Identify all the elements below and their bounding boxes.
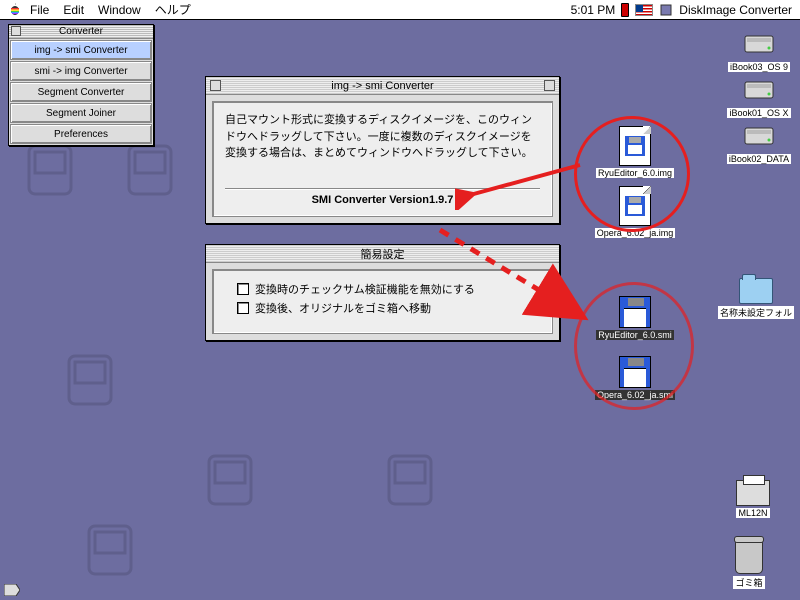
trash-label: ゴミ箱 xyxy=(733,576,764,589)
harddisk-icon xyxy=(743,28,775,60)
version-label: SMI Converter Version1.9.7 xyxy=(225,194,540,206)
wallpaper-mark xyxy=(380,450,440,510)
trash-icon xyxy=(735,540,763,574)
wallpaper-mark xyxy=(120,140,180,200)
file-ryueditor-img[interactable]: RyuEditor_6.0.img xyxy=(590,126,680,178)
disk-image-file-icon xyxy=(619,186,651,226)
menubar-clock[interactable]: 5:01 PM xyxy=(571,3,616,17)
palette-btn-preferences[interactable]: Preferences xyxy=(10,124,152,144)
instructions-text: 自己マウント形式に変換するディスクイメージを、このウィンドウへドラッグして下さい… xyxy=(225,112,540,162)
drive-ibook03[interactable]: iBook03_OS 9 xyxy=(724,28,794,72)
file-label: RyuEditor_6.0.smi xyxy=(596,330,674,340)
converter-window-close-box[interactable] xyxy=(210,80,221,91)
palette-title-text: Converter xyxy=(59,26,103,37)
smi-file-icon xyxy=(619,296,651,328)
controlstrip-tab-icon[interactable] xyxy=(4,584,20,596)
wallpaper-mark xyxy=(200,450,260,510)
checkbox-row-checksum[interactable]: 変換時のチェックサム検証機能を無効にする xyxy=(237,281,528,297)
palette-btn-segment-converter[interactable]: Segment Converter xyxy=(10,82,152,102)
file-label: Opera_6.02_ja.smi xyxy=(595,390,675,400)
harddisk-icon xyxy=(743,120,775,152)
wallpaper-mark xyxy=(60,350,120,410)
drive-label: iBook01_OS X xyxy=(727,108,790,118)
menubar: File Edit Window ヘルプ 5:01 PM DiskImage C… xyxy=(0,0,800,20)
folder-icon xyxy=(739,278,773,304)
converter-window-zoom-box[interactable] xyxy=(544,80,555,91)
harddisk-icon xyxy=(743,74,775,106)
palette-close-box[interactable] xyxy=(11,26,21,36)
drop-target-panel[interactable]: 自己マウント形式に変換するディスクイメージを、このウィンドウへドラッグして下さい… xyxy=(212,101,553,217)
drive-ibook02[interactable]: iBook02_DATA xyxy=(724,120,794,164)
palette-titlebar[interactable]: Converter xyxy=(9,25,153,39)
folder-label: 名称未設定フォル xyxy=(718,306,794,319)
printer-icon xyxy=(736,480,770,506)
battery-icon[interactable] xyxy=(621,3,629,17)
palette-btn-smi-to-img[interactable]: smi -> img Converter xyxy=(10,61,152,81)
printer-ml12n[interactable]: ML12N xyxy=(718,480,788,518)
printer-label: ML12N xyxy=(736,508,769,518)
settings-window-title-text: 簡易設定 xyxy=(361,246,405,262)
folder-untitled[interactable]: 名称未設定フォル xyxy=(720,278,792,319)
keyboard-layout-icon[interactable] xyxy=(635,4,653,16)
drive-label: iBook02_DATA xyxy=(727,154,791,164)
checkbox-disable-checksum[interactable] xyxy=(237,283,249,295)
drive-ibook01[interactable]: iBook01_OS X xyxy=(724,74,794,118)
separator xyxy=(225,188,540,190)
menu-window[interactable]: Window xyxy=(98,3,141,17)
palette-btn-segment-joiner[interactable]: Segment Joiner xyxy=(10,103,152,123)
drive-label: iBook03_OS 9 xyxy=(728,62,790,72)
checkbox-label-checksum: 変換時のチェックサム検証機能を無効にする xyxy=(255,281,475,297)
converter-palette[interactable]: Converter img -> smi Converter smi -> im… xyxy=(8,24,154,146)
converter-window-title-text: img -> smi Converter xyxy=(331,80,433,92)
apple-menu-icon[interactable] xyxy=(8,3,22,17)
checkbox-label-trash: 変換後、オリジナルをゴミ箱へ移動 xyxy=(255,300,431,316)
checkbox-move-to-trash[interactable] xyxy=(237,302,249,314)
file-ryueditor-smi[interactable]: RyuEditor_6.0.smi xyxy=(590,296,680,340)
trash[interactable]: ゴミ箱 xyxy=(714,540,784,589)
checkbox-row-trash[interactable]: 変換後、オリジナルをゴミ箱へ移動 xyxy=(237,300,528,316)
wallpaper-mark xyxy=(80,520,140,580)
file-label: Opera_6.02_ja.img xyxy=(595,228,676,238)
file-opera-smi[interactable]: Opera_6.02_ja.smi xyxy=(590,356,680,400)
smi-file-icon xyxy=(619,356,651,388)
menu-file[interactable]: File xyxy=(30,3,49,17)
converter-window[interactable]: img -> smi Converter 自己マウント形式に変換するディスクイメ… xyxy=(205,76,560,224)
wallpaper-mark xyxy=(20,140,80,200)
app-menu-icon[interactable] xyxy=(659,3,673,17)
settings-window-titlebar[interactable]: 簡易設定 xyxy=(206,245,559,263)
menu-edit[interactable]: Edit xyxy=(63,3,84,17)
settings-window[interactable]: 簡易設定 変換時のチェックサム検証機能を無効にする 変換後、オリジナルをゴミ箱へ… xyxy=(205,244,560,341)
converter-window-titlebar[interactable]: img -> smi Converter xyxy=(206,77,559,95)
file-label: RyuEditor_6.0.img xyxy=(596,168,674,178)
palette-btn-img-to-smi[interactable]: img -> smi Converter xyxy=(10,40,152,60)
menu-help[interactable]: ヘルプ xyxy=(155,1,191,18)
file-opera-img[interactable]: Opera_6.02_ja.img xyxy=(590,186,680,238)
app-menu-name[interactable]: DiskImage Converter xyxy=(679,3,792,17)
disk-image-file-icon xyxy=(619,126,651,166)
settings-panel: 変換時のチェックサム検証機能を無効にする 変換後、オリジナルをゴミ箱へ移動 xyxy=(212,269,553,334)
